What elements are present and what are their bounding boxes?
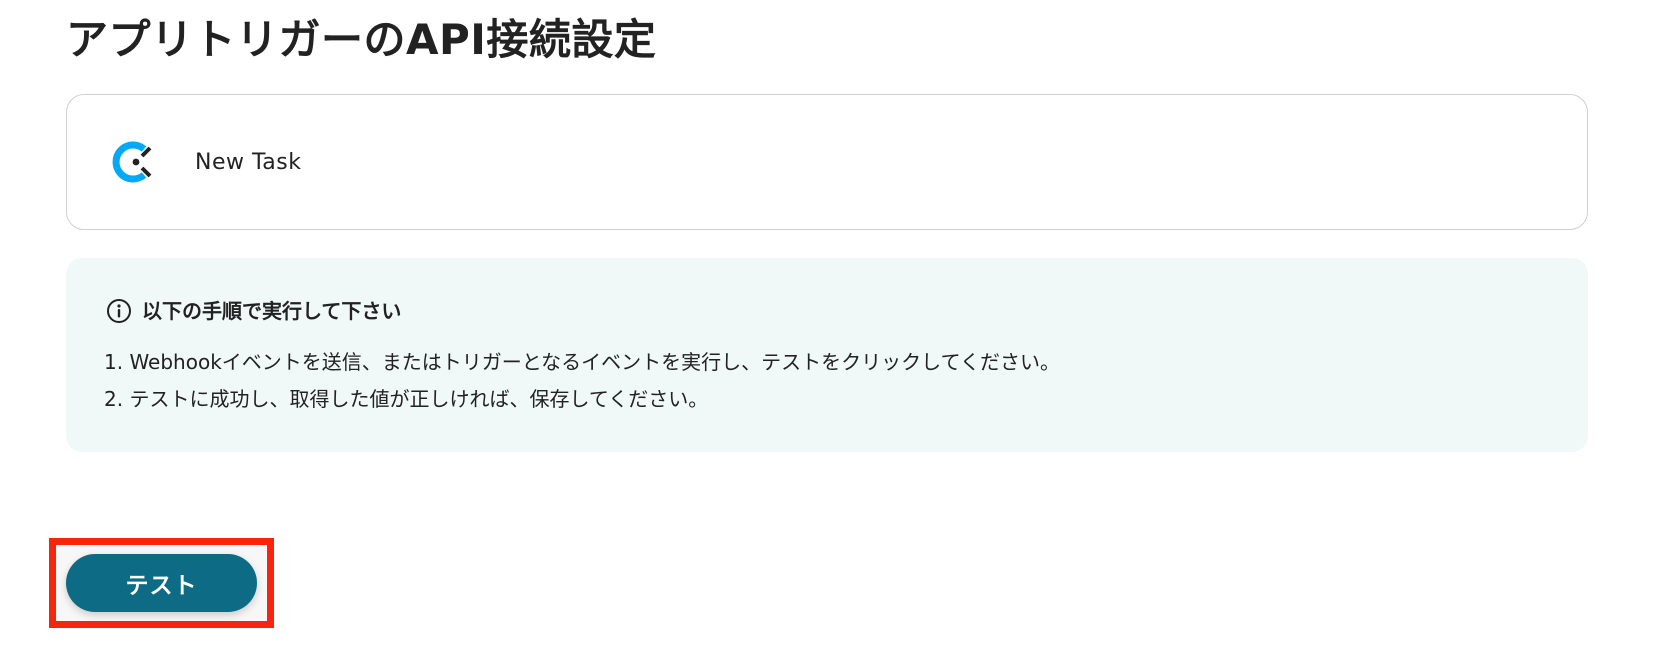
- trigger-app-card[interactable]: New Task: [66, 94, 1588, 230]
- test-button[interactable]: テスト: [66, 554, 257, 612]
- clockify-logo-icon: [112, 141, 152, 183]
- trigger-event-label: New Task: [195, 150, 302, 175]
- instructions-list: 1. Webhookイベントを送信、またはトリガーとなるイベントを実行し、テスト…: [104, 344, 1060, 418]
- info-circle-icon: [107, 299, 131, 323]
- instructions-heading-text: 以下の手順で実行して下さい: [142, 299, 402, 323]
- instruction-step: 2. テストに成功し、取得した値が正しければ、保存してください。: [104, 387, 709, 411]
- instruction-step: 1. Webhookイベントを送信、またはトリガーとなるイベントを実行し、テスト…: [104, 350, 1060, 374]
- page-title: アプリトリガーのAPI接続設定: [66, 15, 657, 64]
- instructions-panel: 以下の手順で実行して下さい 1. Webhookイベントを送信、またはトリガーと…: [66, 258, 1588, 452]
- instructions-heading: 以下の手順で実行して下さい: [106, 298, 401, 324]
